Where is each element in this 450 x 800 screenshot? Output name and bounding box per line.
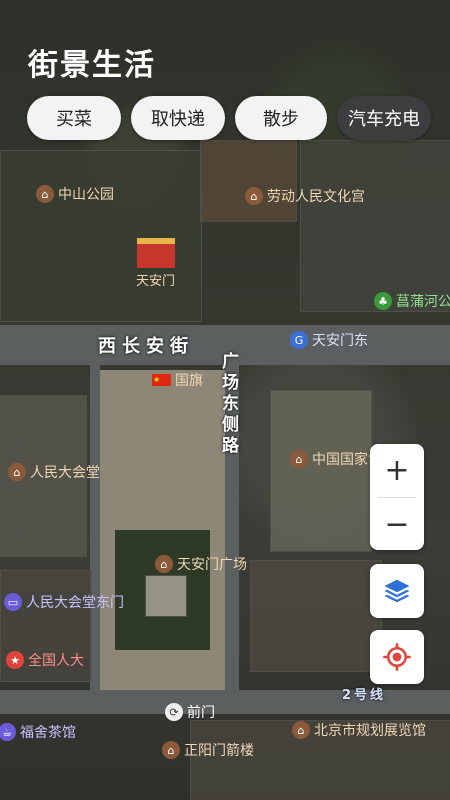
metro-icon: G	[290, 331, 308, 349]
landmark-icon: ⌂	[245, 187, 263, 205]
landmark-icon: ⌂	[162, 741, 180, 759]
map-area-cultural-palace	[200, 140, 297, 222]
poi-great-hall-east-gate[interactable]: ▭ 人民大会堂东门	[4, 592, 124, 612]
landmark-icon: ⌂	[36, 185, 54, 203]
landmark-icon: ⌂	[155, 555, 173, 573]
map-area-southeast	[250, 560, 382, 672]
chip-car-charging[interactable]: 汽车充电	[337, 96, 431, 140]
poi-changpu-park[interactable]: ♣菖蒲河公园	[374, 291, 450, 311]
gate-icon	[136, 238, 175, 268]
street-label-square-east-road: 广场东侧路	[222, 352, 239, 456]
poi-tiananmen[interactable]: 天安门	[136, 238, 175, 289]
park-icon: ♣	[374, 292, 392, 310]
star-icon: ★	[6, 651, 24, 669]
venue-icon: ▭	[4, 593, 22, 611]
chip-pick-up-package[interactable]: 取快递	[131, 96, 225, 140]
poi-great-hall[interactable]: ⌂ 人民大会堂	[8, 462, 100, 482]
page-title: 街景生活	[28, 48, 156, 83]
layers-button[interactable]	[370, 564, 424, 618]
metro-line-label: 2号线	[342, 688, 387, 703]
map-area-museum	[270, 390, 372, 552]
zoom-controls: + −	[370, 444, 424, 550]
landmark-icon: ⌂	[292, 721, 310, 739]
poi-zhengyangmen[interactable]: ⌂ 正阳门箭楼	[162, 740, 254, 760]
map-area-zhongshan-park	[0, 150, 202, 322]
map-area-memorial	[145, 575, 187, 617]
poi-planning-museum[interactable]: ⌂ 北京市规划展览馆	[292, 720, 426, 740]
poi-cultural-palace[interactable]: ⌂ 劳动人民文化宫	[245, 186, 365, 206]
landmark-icon: ⌂	[8, 463, 26, 481]
map-area-east-blocks	[300, 140, 450, 312]
poi-square[interactable]: ⌂ 天安门广场	[155, 554, 247, 574]
poi-tiananmen-east[interactable]: G 天安门东	[290, 330, 368, 350]
landmark-icon: ⌂	[290, 450, 308, 468]
zoom-in-button[interactable]: +	[370, 444, 424, 497]
locate-button[interactable]	[370, 630, 424, 684]
locate-icon	[383, 643, 411, 671]
teahouse-icon: ☕	[0, 723, 16, 741]
map-view[interactable]: 街景生活 买菜 取快递 散步 汽车充电 ⌂ 中山公园 ⌂ 劳动人民文化宫 天安门 ♣…	[0, 0, 450, 800]
metro-icon: ⟳	[165, 703, 183, 721]
flag-icon: ★	[152, 374, 171, 386]
poi-teahouse[interactable]: ☕ 福舍茶馆	[0, 722, 76, 742]
poi-zhongshan-park[interactable]: ⌂ 中山公园	[36, 184, 114, 204]
street-label-west-changan: 西长安街	[98, 336, 194, 357]
chip-take-a-walk[interactable]: 散步	[235, 96, 327, 140]
layers-icon	[384, 579, 410, 603]
zoom-out-button[interactable]: −	[370, 498, 424, 551]
poi-qianmen[interactable]: ⟳ 前门	[165, 702, 215, 722]
chip-buy-groceries[interactable]: 买菜	[27, 96, 121, 140]
poi-npc[interactable]: ★ 全国人大	[6, 650, 84, 670]
poi-flag[interactable]: ★ 国旗	[152, 370, 203, 390]
